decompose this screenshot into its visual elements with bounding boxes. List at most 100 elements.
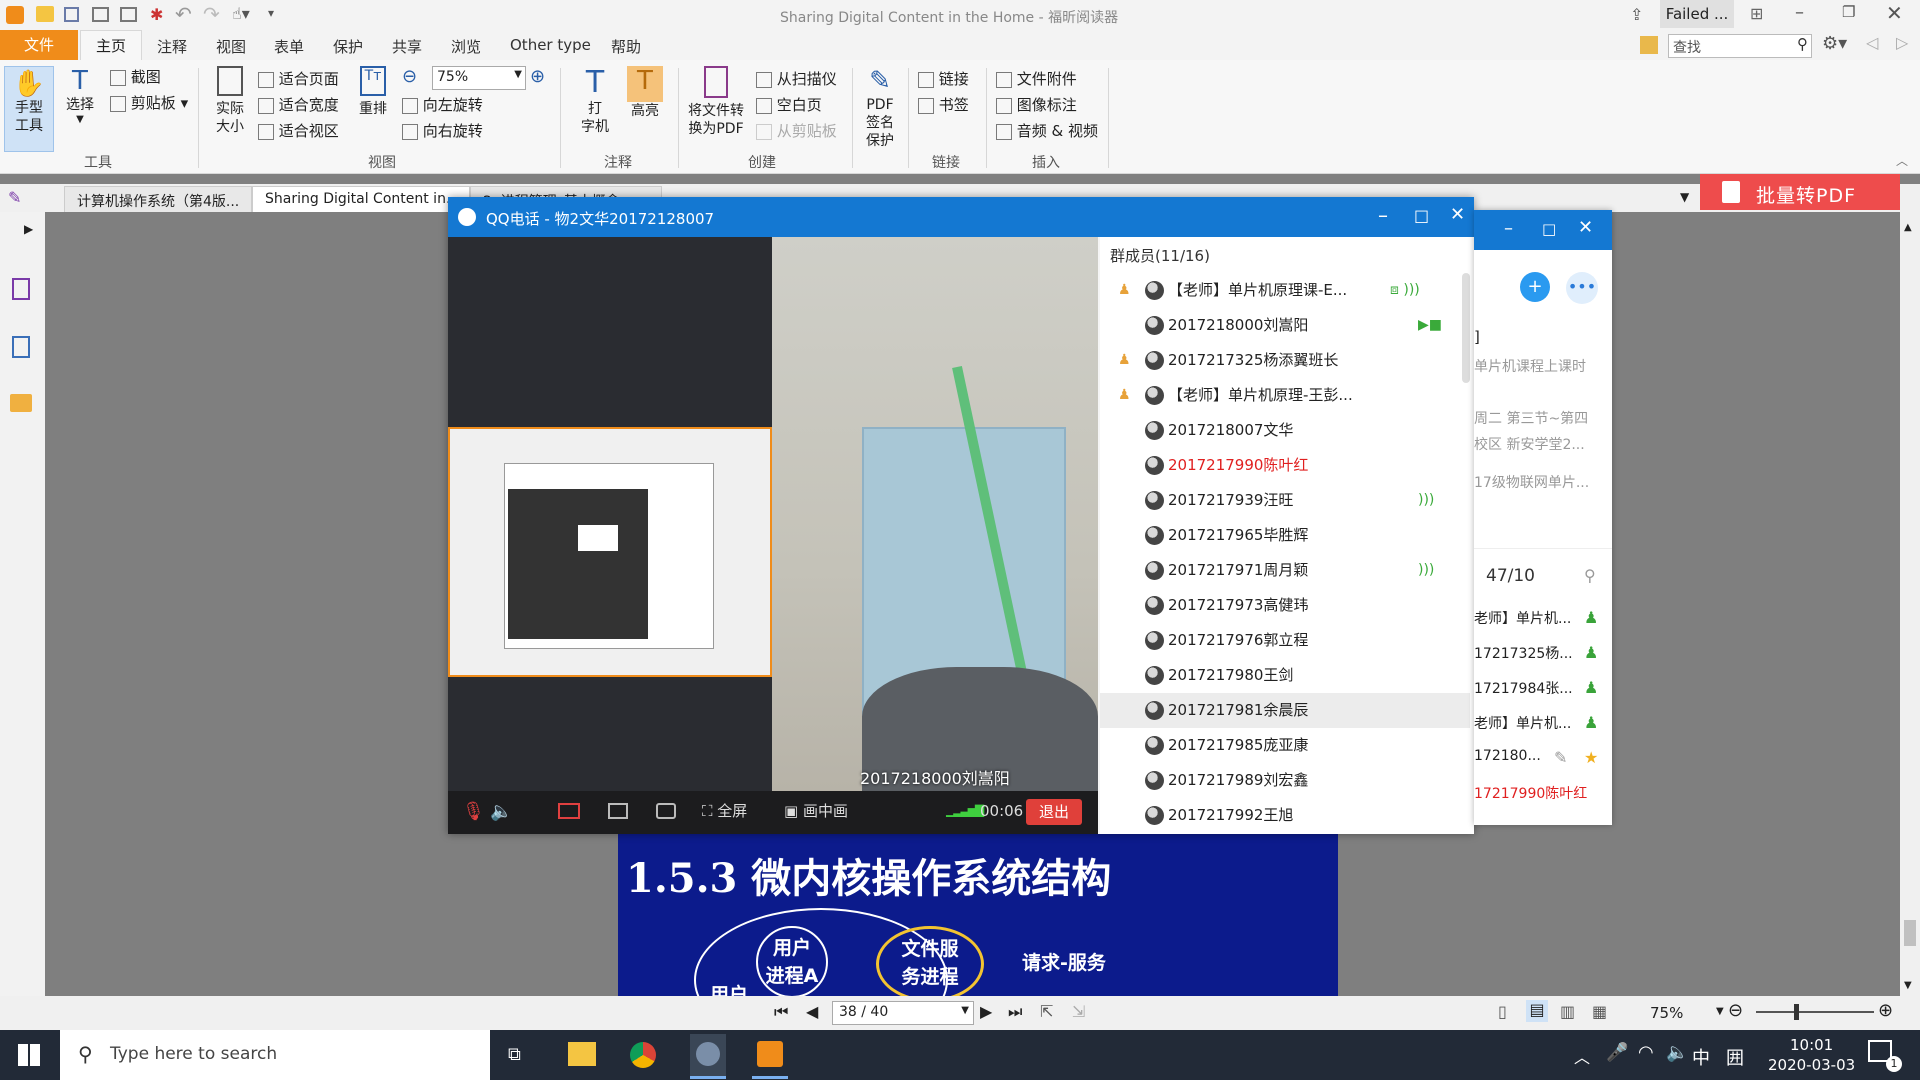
chrome-icon[interactable] xyxy=(630,1042,656,1068)
member-row[interactable]: 2017217985庞亚康 xyxy=(1100,728,1470,763)
open-folder-icon[interactable] xyxy=(36,6,54,22)
ime-mode-indicator[interactable]: 囲 xyxy=(1726,1044,1744,1070)
image-annotation-button[interactable]: 图像标注 xyxy=(996,94,1077,115)
zoom-in-status-icon[interactable]: ⊕ xyxy=(1878,1000,1893,1021)
qq-group-minimize-icon[interactable]: – xyxy=(1504,218,1513,239)
member-row[interactable]: 2017218000刘嵩阳 ▶■ xyxy=(1100,308,1470,343)
wifi-icon[interactable]: ◠ xyxy=(1638,1042,1654,1063)
file-explorer-icon[interactable] xyxy=(568,1042,596,1066)
next-page-icon[interactable]: ▶ xyxy=(980,1002,992,1021)
zoom-out-status-icon[interactable]: ⊖ xyxy=(1728,1000,1743,1021)
continuous-facing-icon[interactable]: ▦ xyxy=(1592,1002,1607,1021)
add-app-icon[interactable]: + xyxy=(1520,272,1550,302)
clipboard-button[interactable]: 剪贴板 ▾ xyxy=(110,92,188,113)
bookmark-button[interactable]: 书签 xyxy=(918,94,969,115)
side-member-row[interactable]: 17217325杨... xyxy=(1474,643,1573,663)
next-view-icon[interactable]: ⇲ xyxy=(1072,1002,1085,1021)
more-icon[interactable]: ••• xyxy=(1566,272,1598,304)
restore-icon[interactable]: ❐ xyxy=(1842,3,1855,21)
blank-page-button[interactable]: 空白页 xyxy=(756,94,822,115)
forward-icon[interactable]: ▷ xyxy=(1896,33,1908,52)
zoom-select[interactable]: 75% ▼ xyxy=(432,66,526,90)
save-icon[interactable] xyxy=(64,7,79,22)
whiteboard-icon[interactable] xyxy=(656,803,676,819)
member-row[interactable]: ♟ 【老师】单片机原理-王彭... xyxy=(1100,378,1470,413)
side-member-row[interactable]: 17217990陈叶红 xyxy=(1474,783,1587,803)
zoom-out-icon[interactable]: ⊖ xyxy=(402,66,417,87)
single-page-icon[interactable]: ▯ xyxy=(1498,1002,1507,1021)
prev-page-icon[interactable]: ◀ xyxy=(806,1002,818,1021)
print-icon[interactable] xyxy=(92,7,109,22)
qq-minimize-icon[interactable]: – xyxy=(1378,203,1388,227)
fit-visible-button[interactable]: 适合视区 xyxy=(258,120,339,141)
member-row[interactable]: ♟ 2017217325杨添翼班长 xyxy=(1100,343,1470,378)
doc-tab-2[interactable]: Sharing Digital Content in... xyxy=(252,186,470,213)
find-folder-icon[interactable] xyxy=(1640,36,1658,54)
taskbar-clock-date[interactable]: 2020-03-03 xyxy=(1768,1056,1855,1074)
pages-panel-icon[interactable] xyxy=(12,336,30,358)
side-member-row[interactable]: 老师】单片机... xyxy=(1474,713,1571,733)
touch-icon[interactable]: ☝▾ xyxy=(232,4,250,23)
comments-panel-icon[interactable] xyxy=(10,394,32,412)
typewriter-button[interactable]: T 打 字机 xyxy=(572,66,618,152)
fit-page-button[interactable]: 适合页面 xyxy=(258,68,339,89)
prev-view-icon[interactable]: ⇱ xyxy=(1040,1002,1053,1021)
layout-icon[interactable]: ⊞ xyxy=(1750,4,1763,23)
speaker-icon[interactable]: 🔈 xyxy=(490,801,512,822)
camera-off-icon[interactable] xyxy=(558,803,580,819)
first-page-icon[interactable]: ⏮ xyxy=(774,1002,788,1022)
side-member-row[interactable]: 17217984张... xyxy=(1474,678,1573,698)
tab-comment[interactable]: 注释 xyxy=(157,36,187,57)
qq-group-maximize-icon[interactable]: □ xyxy=(1542,220,1556,238)
collapse-ribbon-icon[interactable]: ︿ xyxy=(1896,152,1908,169)
status-zoom-chevron-down-icon[interactable]: ▼ xyxy=(1716,1006,1724,1017)
file-attachment-button[interactable]: 文件附件 xyxy=(996,68,1077,89)
reflow-button[interactable]: Tт 重排 xyxy=(354,66,392,152)
window-icon[interactable] xyxy=(120,7,137,22)
tab-home[interactable]: 主页 xyxy=(80,30,142,60)
qq-group-close-icon[interactable]: ✕ xyxy=(1578,217,1593,238)
rotate-left-button[interactable]: 向左旋转 xyxy=(402,94,483,115)
member-row[interactable]: 2017217973高健玮 xyxy=(1100,588,1470,623)
actual-size-button[interactable]: 实际 大小 xyxy=(208,66,252,152)
member-search-icon[interactable]: ⚲ xyxy=(1584,566,1596,585)
member-row[interactable]: 2017217976郭立程 xyxy=(1100,623,1470,658)
member-row[interactable]: 2017217981余晨辰 xyxy=(1100,693,1470,728)
share-icon[interactable]: ⇪ xyxy=(1630,5,1643,24)
member-row[interactable]: 2017217980王剑 xyxy=(1100,658,1470,693)
ime-language-indicator[interactable]: 中 xyxy=(1692,1044,1710,1070)
page-number-field[interactable]: 38 / 40 ▼ xyxy=(832,1001,974,1025)
expand-pane-icon[interactable]: ▶ xyxy=(24,222,33,236)
tab-form[interactable]: 表单 xyxy=(274,36,304,57)
zoom-in-icon[interactable]: ⊕ xyxy=(530,66,545,87)
tab-share[interactable]: 共享 xyxy=(392,36,422,57)
exit-call-button[interactable]: 退出 xyxy=(1026,799,1082,825)
scroll-thumb[interactable] xyxy=(1904,920,1916,946)
task-view-icon[interactable]: ⧉ xyxy=(508,1044,521,1065)
highlight-button[interactable]: T 高亮 xyxy=(624,66,666,152)
tab-view[interactable]: 视图 xyxy=(216,36,246,57)
link-button[interactable]: 链接 xyxy=(918,68,969,89)
foxit-taskbar-item[interactable] xyxy=(752,1034,788,1079)
taskbar-search-box[interactable]: ⚲ Type here to search xyxy=(60,1030,490,1080)
search-input[interactable]: 查找 ⚲ xyxy=(1668,34,1812,58)
tab-browse[interactable]: 浏览 xyxy=(451,36,481,57)
search-icon[interactable]: ⚲ xyxy=(1797,35,1808,53)
fullscreen-button[interactable]: ⛶ 全屏 xyxy=(702,800,747,821)
scroll-up-icon[interactable]: ▲ xyxy=(1904,222,1912,233)
pip-button[interactable]: ▣ 画中画 xyxy=(784,800,848,821)
from-clipboard-button[interactable]: 从剪贴板 xyxy=(756,120,837,141)
screen-share-icon[interactable] xyxy=(608,803,628,819)
zoom-slider-track[interactable] xyxy=(1756,1011,1874,1013)
member-row[interactable]: ♟ 【老师】单片机原理课-E... ⧈ ))) xyxy=(1100,273,1470,308)
qq-class-taskbar-item[interactable] xyxy=(690,1034,726,1079)
member-scroll-thumb[interactable] xyxy=(1462,273,1470,383)
minimize-icon[interactable]: – xyxy=(1795,2,1804,23)
customize-chevron-down-icon[interactable]: ▾ xyxy=(268,6,274,20)
redo-icon[interactable]: ↷ xyxy=(203,2,220,26)
member-row[interactable]: 2017217992王旭 xyxy=(1100,798,1470,833)
taskbar-clock-time[interactable]: 10:01 xyxy=(1790,1036,1833,1054)
from-scanner-button[interactable]: 从扫描仪 xyxy=(756,68,837,89)
back-icon[interactable]: ◁ xyxy=(1866,33,1878,52)
doc-tab-1[interactable]: 计算机操作系统（第4版... xyxy=(64,186,252,214)
